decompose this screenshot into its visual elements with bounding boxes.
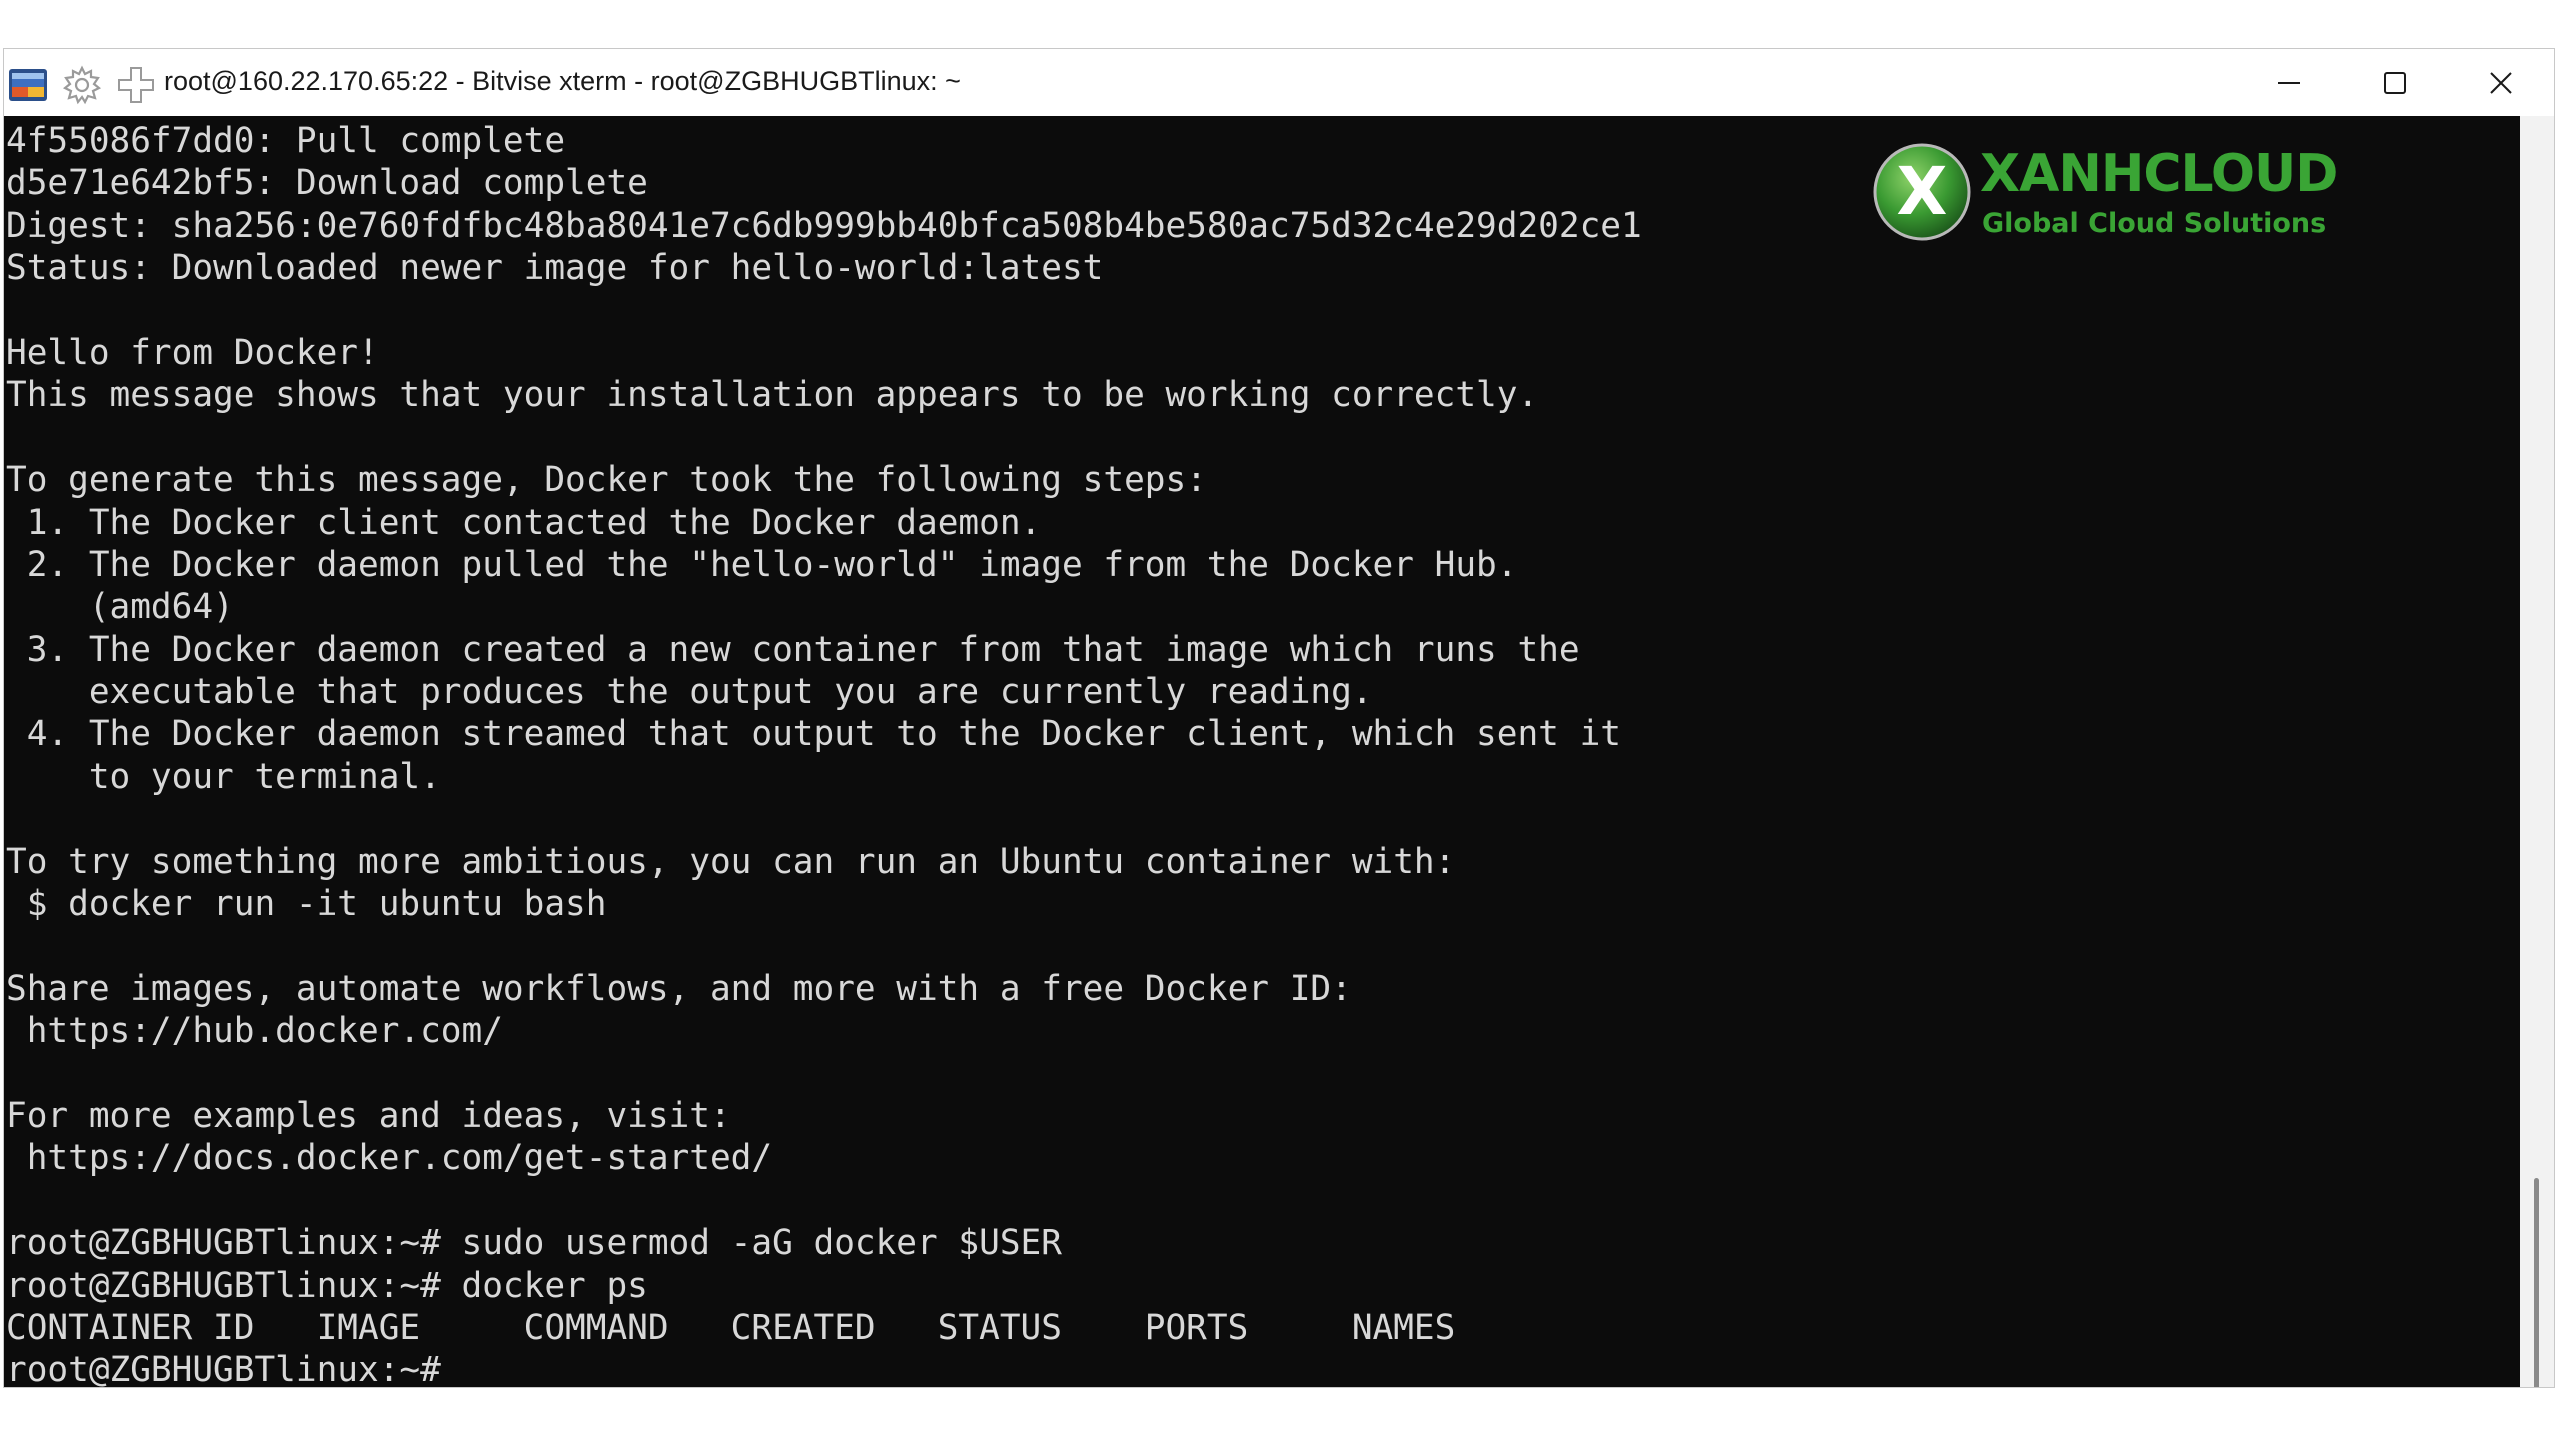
terminal-line: to your terminal. xyxy=(6,756,441,797)
minimize-button[interactable] xyxy=(2236,49,2342,116)
terminal-line: (amd64) xyxy=(6,587,234,628)
xanhcloud-logo: X XANHCLOUD Global Cloud Solutions xyxy=(1872,142,2338,252)
plus-icon[interactable] xyxy=(116,65,156,105)
terminal-line: To try something more ambitious, you can… xyxy=(6,841,1456,882)
terminal-output[interactable]: 4f55086f7dd0: Pull complete d5e71e642bf5:… xyxy=(4,116,2520,1387)
terminal-line: Digest: sha256:0e760fdfbc48ba8041e7c6db9… xyxy=(6,205,1642,246)
logo-name: XANHCLOUD xyxy=(1980,144,2338,204)
gear-icon[interactable] xyxy=(62,65,102,105)
maximize-icon xyxy=(2384,71,2406,94)
close-button[interactable] xyxy=(2448,49,2554,116)
scrollbar[interactable] xyxy=(2520,116,2554,1387)
terminal-line: root@ZGBHUGBTlinux:~# xyxy=(6,1350,441,1387)
terminal-line: Share images, automate workflows, and mo… xyxy=(6,968,1352,1009)
terminal-line: https://hub.docker.com/ xyxy=(6,1011,503,1052)
minimize-icon xyxy=(2278,81,2300,84)
terminal-line: Status: Downloaded newer image for hello… xyxy=(6,248,1104,289)
maximize-button[interactable] xyxy=(2342,49,2448,116)
logo-tagline: Global Cloud Solutions xyxy=(1982,208,2327,239)
terminal-line: 3. The Docker daemon created a new conta… xyxy=(6,629,1580,670)
window-title: root@160.22.170.65:22 - Bitvise xterm - … xyxy=(164,66,961,96)
terminal-line: $ docker run -it ubuntu bash xyxy=(6,884,607,925)
terminal-line: executable that produces the output you … xyxy=(6,672,1373,713)
terminal-line: Hello from Docker! xyxy=(6,332,379,373)
close-icon xyxy=(2490,71,2512,94)
logo-mark-letter: X xyxy=(1896,153,1948,230)
terminal-line: 2. The Docker daemon pulled the "hello-w… xyxy=(6,544,1518,585)
terminal-window: root@160.22.170.65:22 - Bitvise xterm - … xyxy=(3,48,2555,1388)
terminal-line: 4. The Docker daemon streamed that outpu… xyxy=(6,714,1621,755)
terminal-line: https://docs.docker.com/get-started/ xyxy=(6,1138,773,1179)
terminal-line: 1. The Docker client contacted the Docke… xyxy=(6,502,1042,543)
terminal-line: To generate this message, Docker took th… xyxy=(6,460,1207,501)
terminal-line: 4f55086f7dd0: Pull complete xyxy=(6,121,566,161)
terminal-line: This message shows that your installatio… xyxy=(6,375,1539,416)
terminal-line: d5e71e642bf5: Download complete xyxy=(6,163,648,204)
scrollbar-thumb[interactable] xyxy=(2534,1178,2539,1387)
title-bar[interactable]: root@160.22.170.65:22 - Bitvise xterm - … xyxy=(4,49,2554,116)
terminal-lines: 4f55086f7dd0: Pull complete d5e71e642bf5:… xyxy=(6,120,1642,1387)
terminal-line: root@ZGBHUGBTlinux:~# docker ps xyxy=(6,1265,648,1306)
bitvise-app-icon[interactable] xyxy=(8,65,48,105)
terminal-line: root@ZGBHUGBTlinux:~# sudo usermod -aG d… xyxy=(6,1223,1062,1264)
terminal-line: CONTAINER ID IMAGE COMMAND CREATED STATU… xyxy=(6,1307,1456,1348)
terminal-line: For more examples and ideas, visit: xyxy=(6,1095,731,1136)
